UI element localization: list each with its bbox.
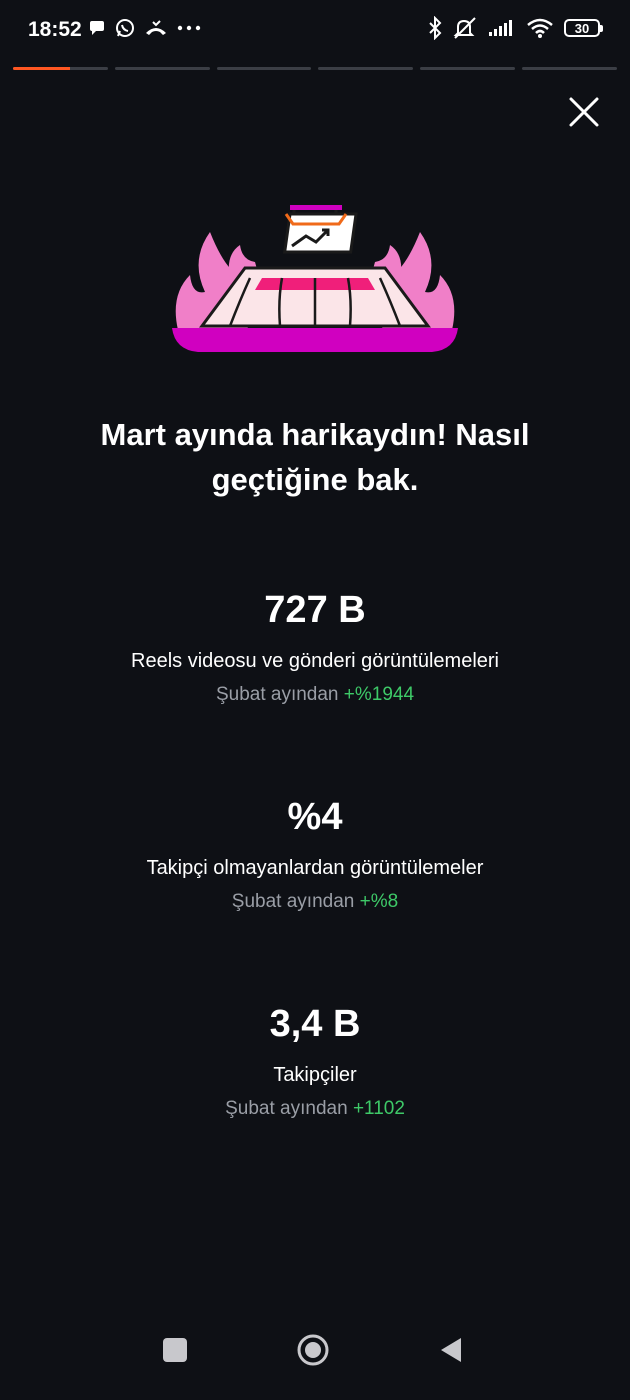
close-button[interactable] [566,94,602,130]
status-notification-icons [88,18,201,38]
missed-call-icon [146,20,166,35]
story-progress-segment [522,67,617,70]
mute-icon [453,17,476,39]
story-progress-segment [318,67,414,70]
stat-change: Şubat ayından +1102 [0,1097,630,1121]
wifi-icon [527,18,553,38]
headline-line-1: Mart ayında harikaydın! Nasıl [100,417,530,452]
status-system-icons: 30 [428,16,603,40]
stat-change-value: +%1944 [343,684,415,705]
stat-value: 3,4 B [269,1003,361,1045]
stat-views: 727 B Reels videosu ve gönderi görüntüle… [0,587,630,707]
stat-label: Reels videosu ve gönderi görüntülemeleri [131,650,499,672]
recent-apps-button[interactable] [155,1330,195,1370]
stage-base [172,328,458,352]
back-button[interactable] [431,1330,471,1370]
stat-change-value: +%8 [359,891,399,912]
headline-line-2: geçtiğine bak. [211,462,419,497]
battery-level: 30 [574,20,590,36]
story-progress-fill [13,67,70,70]
stat-label: Takipçiler [273,1064,357,1086]
story-progress-segment [114,67,210,70]
stat-change-prefix: Şubat ayından [225,1098,353,1119]
story-progress-bar [13,67,617,70]
stat-non-follower-views: %4 Takipçi olmayanlardan görüntülemeler … [0,794,630,914]
triangle-back-icon [441,1338,461,1362]
whatsapp-icon [116,19,134,37]
stat-value: %4 [287,796,343,838]
circle-icon [297,1334,329,1366]
stat-change: Şubat ayından +%8 [0,890,630,914]
status-bar: 18:52 30 [0,0,630,60]
stat-value: 727 B [264,589,366,631]
story-progress-segment [13,67,108,70]
chart-sign-icon [282,205,358,254]
more-dots-icon [177,25,201,31]
trending-stage-illustration [172,205,458,352]
stat-label: Takipçi olmayanlardan görüntülemeler [146,857,484,879]
square-icon [163,1338,187,1362]
stat-followers: 3,4 B Takipçiler Şubat ayından +1102 [0,1001,630,1121]
story-progress-segment [420,67,516,70]
stat-change-prefix: Şubat ayından [231,891,360,912]
battery-icon: 30 [564,19,603,37]
stat-change-value: +1102 [352,1098,405,1119]
signal-icon [489,20,512,36]
stat-change-prefix: Şubat ayından [215,684,344,705]
close-icon [569,97,599,127]
page-headline: Mart ayında harikaydın! Nasıl geçtiğine … [40,412,590,502]
home-button[interactable] [293,1330,333,1370]
system-navigation-bar [0,1330,630,1390]
chat-bubble-icon [90,21,104,35]
status-time: 18:52 [28,18,82,41]
stat-change: Şubat ayından +%1944 [0,683,630,707]
story-progress-segment [216,67,312,70]
bluetooth-icon [429,16,442,40]
